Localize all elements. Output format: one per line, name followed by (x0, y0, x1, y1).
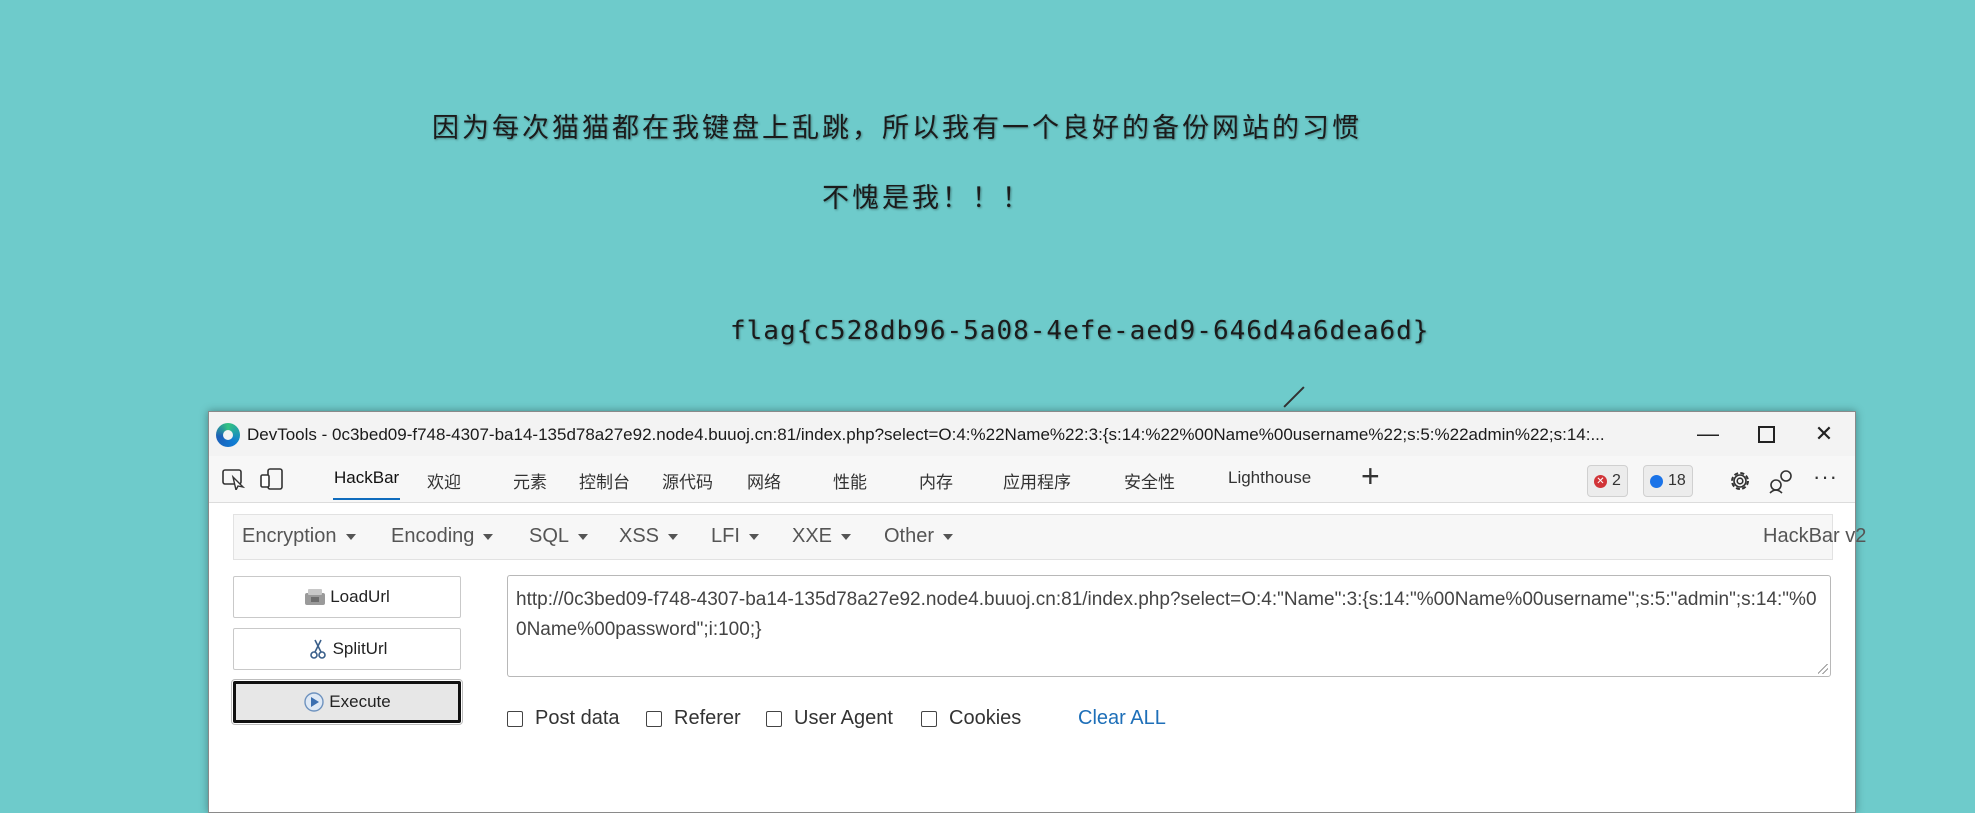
play-icon (304, 692, 324, 712)
caret-down-icon (483, 533, 494, 540)
hackbar-menubar: Encryption Encoding SQL XSS LFI XXE Othe… (233, 514, 1866, 560)
tab-welcome[interactable]: 欢迎 (427, 468, 461, 493)
devtools-window: DevTools - 0c3bed09-f748-4307-ba14-135d7… (208, 411, 1866, 813)
page-exclamation: 不愧是我！！！ (822, 183, 1032, 214)
loadurl-button[interactable]: LoadUrl (233, 576, 461, 618)
maximize-icon (1757, 425, 1775, 443)
error-icon: ✕ (1594, 474, 1607, 488)
cookies-checkbox[interactable] (921, 710, 937, 727)
menu-label: LFI (711, 525, 740, 547)
tab-sources[interactable]: 源代码 (662, 468, 713, 493)
close-button[interactable]: ✕ (1795, 412, 1853, 456)
menu-encryption[interactable]: Encryption (242, 525, 356, 548)
tab-console[interactable]: 控制台 (579, 468, 630, 493)
tab-application[interactable]: 应用程序 (1003, 468, 1071, 493)
device-emulation-icon[interactable] (259, 468, 285, 490)
decorative-stroke (1283, 386, 1305, 408)
gear-icon[interactable] (1727, 468, 1753, 494)
page-message: 因为每次猫猫都在我键盘上乱跳，所以我有一个良好的备份网站的习惯 (432, 113, 1362, 144)
message-icon (1650, 474, 1663, 488)
referer-label: Referer (674, 707, 741, 729)
tab-elements[interactable]: 元素 (513, 468, 547, 493)
post-data-label: Post data (535, 707, 620, 729)
caret-down-icon (345, 533, 356, 540)
tab-memory[interactable]: 内存 (919, 468, 953, 493)
loadurl-label: LoadUrl (330, 587, 390, 606)
menu-encoding[interactable]: Encoding (391, 525, 494, 548)
feedback-icon[interactable] (1767, 468, 1795, 494)
menu-label: XXE (792, 525, 833, 547)
flag-text: flag{c528db96-5a08-4efe-aed9-646d4a6dea6… (730, 316, 1430, 346)
caret-down-icon (668, 533, 679, 540)
menu-sql[interactable]: SQL (529, 525, 589, 548)
menu-label: SQL (529, 525, 570, 547)
edge-icon (216, 423, 240, 447)
message-count: 18 (1668, 472, 1686, 489)
caret-down-icon (943, 533, 954, 540)
menu-lfi[interactable]: LFI (711, 525, 759, 548)
tab-network[interactable]: 网络 (747, 468, 781, 493)
caret-down-icon (748, 533, 759, 540)
user-agent-option[interactable]: User Agent (766, 707, 893, 730)
caret-down-icon (841, 533, 852, 540)
cookies-label: Cookies (949, 707, 1022, 729)
menu-label: Encryption (242, 525, 337, 547)
hackbar-version: HackBar v2 (1763, 525, 1867, 547)
referer-option[interactable]: Referer (646, 707, 741, 730)
execute-label: Execute (329, 692, 391, 711)
menu-xss[interactable]: XSS (619, 525, 679, 548)
user-agent-checkbox[interactable] (766, 710, 782, 727)
url-value: http://0c3bed09-f748-4307-ba14-135d78a27… (516, 589, 1817, 640)
add-tab-button[interactable]: + (1361, 460, 1380, 492)
tab-security[interactable]: 安全性 (1124, 468, 1175, 493)
devtools-tabbar: HackBar 欢迎 元素 控制台 源代码 网络 性能 内存 应用程序 安全性 … (209, 456, 1855, 503)
maximize-button[interactable] (1737, 412, 1795, 456)
more-options-icon[interactable]: ··· (1813, 464, 1838, 490)
devtools-titlebar[interactable]: DevTools - 0c3bed09-f748-4307-ba14-135d7… (209, 412, 1855, 456)
menu-xxe[interactable]: XXE (792, 525, 852, 548)
clear-all-link[interactable]: Clear ALL (1078, 707, 1166, 730)
caret-down-icon (578, 533, 589, 540)
menu-label: Other (884, 525, 935, 547)
user-agent-label: User Agent (794, 707, 893, 729)
post-data-option[interactable]: Post data (507, 707, 620, 730)
url-textarea[interactable]: http://0c3bed09-f748-4307-ba14-135d78a27… (507, 575, 1831, 677)
tab-lighthouse[interactable]: Lighthouse (1228, 468, 1311, 488)
menu-label: XSS (619, 525, 660, 547)
spliturl-label: SplitUrl (332, 639, 388, 658)
menu-other[interactable]: Other (884, 525, 954, 548)
load-icon (305, 589, 326, 605)
menu-label: Encoding (391, 525, 475, 547)
errors-badge[interactable]: ✕ 2 (1587, 465, 1628, 497)
error-count: 2 (1612, 472, 1621, 489)
tab-hackbar[interactable]: HackBar (332, 468, 401, 500)
scissors-icon (309, 639, 326, 659)
messages-badge[interactable]: 18 (1643, 465, 1693, 497)
tab-performance[interactable]: 性能 (833, 468, 867, 493)
inspect-element-icon[interactable] (221, 468, 247, 490)
execute-button[interactable]: Execute (231, 679, 463, 725)
post-data-checkbox[interactable] (507, 710, 523, 727)
cookies-option[interactable]: Cookies (921, 707, 1021, 730)
referer-checkbox[interactable] (646, 710, 662, 727)
minimize-button[interactable]: — (1679, 412, 1737, 456)
spliturl-button[interactable]: SplitUrl (233, 628, 461, 670)
resize-handle-icon[interactable] (1818, 664, 1828, 674)
window-title: DevTools - 0c3bed09-f748-4307-ba14-135d7… (247, 425, 1605, 444)
